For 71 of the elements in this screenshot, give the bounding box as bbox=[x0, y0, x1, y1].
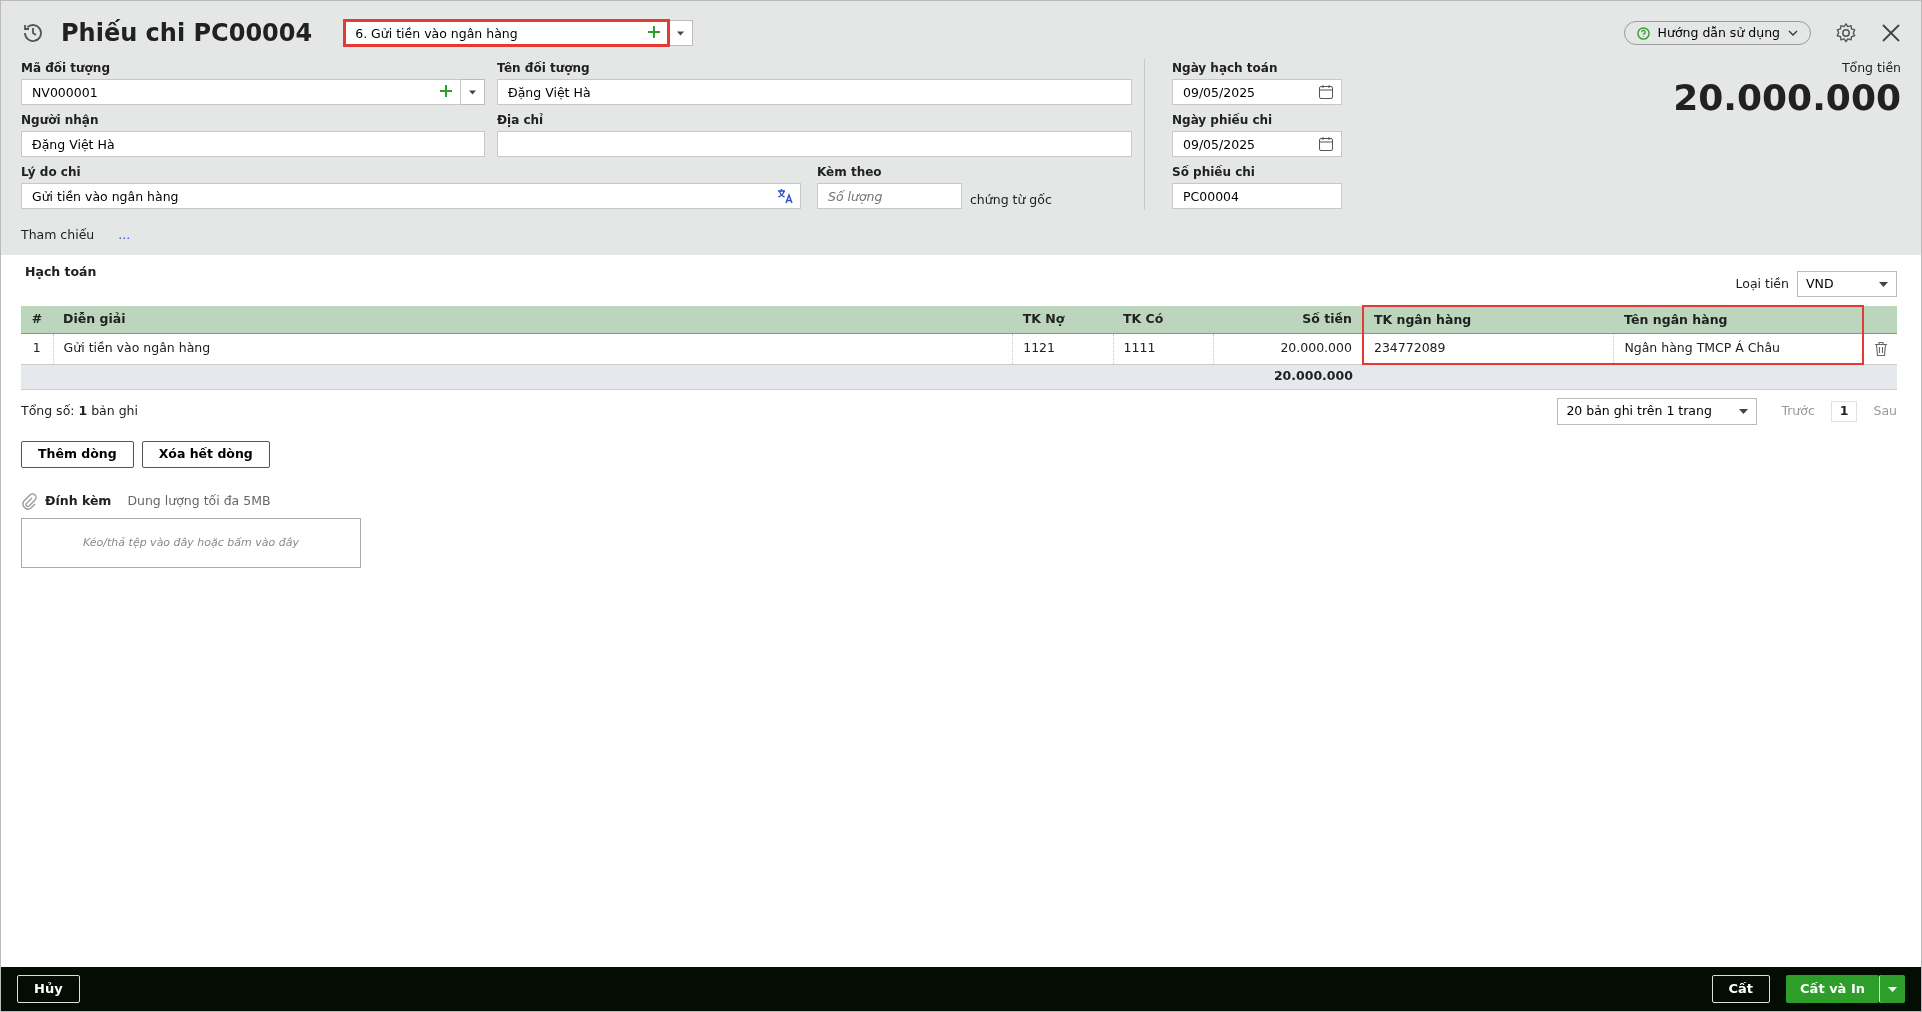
table-cell: 20.000.000 bbox=[1213, 333, 1363, 365]
reference-link[interactable]: ... bbox=[118, 225, 131, 245]
chevron-icon bbox=[1788, 30, 1798, 36]
settings-icon[interactable] bbox=[1835, 22, 1857, 44]
help-icon bbox=[1636, 26, 1650, 40]
dropdown-button[interactable] bbox=[1879, 975, 1905, 1003]
paperclip-icon bbox=[21, 491, 37, 510]
total-amount: 20.000.000 bbox=[1273, 368, 1353, 384]
voucher-type-field[interactable]: 6. Gửi tiền vào ngân hàng bbox=[344, 20, 670, 46]
dropdown-button[interactable] bbox=[461, 79, 485, 105]
field-label: Ngày hạch toán bbox=[1172, 60, 1279, 77]
caret-icon bbox=[1879, 281, 1888, 287]
section-title: Hạch toán bbox=[24, 262, 97, 281]
field-label: Số phiếu chi bbox=[1172, 164, 1256, 181]
trash-icon[interactable] bbox=[1873, 340, 1888, 357]
object-code-field[interactable]: NV000001 bbox=[21, 79, 461, 105]
row-action-button[interactable]: Xóa hết dòng bbox=[141, 440, 270, 468]
column-header: Tên ngân hàng bbox=[1613, 306, 1863, 334]
page-number[interactable]: 1 bbox=[1830, 400, 1858, 422]
caret-icon bbox=[1888, 987, 1897, 993]
object-name-field[interactable]: Đặng Việt Hà bbox=[497, 79, 1132, 105]
currency-select[interactable]: VND bbox=[1797, 271, 1897, 298]
field-label: Mã đối tượng bbox=[21, 60, 111, 77]
translate-icon[interactable] bbox=[777, 188, 793, 204]
reason-field[interactable]: Gửi tiền vào ngân hàng bbox=[21, 183, 801, 209]
column-header: TK Có bbox=[1113, 306, 1214, 334]
caret-icon bbox=[1739, 408, 1749, 414]
posting-date-field[interactable]: 09/05/2025 bbox=[1172, 79, 1342, 105]
plus-icon[interactable] bbox=[647, 25, 662, 39]
total-amount: 20.000.000 bbox=[1673, 77, 1901, 118]
cancel-button[interactable]: Hủy bbox=[17, 975, 80, 1003]
caret-icon bbox=[677, 30, 685, 36]
quantity-field[interactable]: Số lượng bbox=[817, 183, 962, 210]
close-icon[interactable] bbox=[1881, 23, 1901, 43]
table-cell: Gửi tiền vào ngân hàng bbox=[53, 333, 1013, 365]
page-size-select[interactable]: 20 bản ghi trên 1 trang bbox=[1557, 397, 1758, 425]
column-header: Số tiền bbox=[1213, 306, 1363, 334]
currency-label: Loại tiền bbox=[1735, 274, 1789, 293]
column-header: TK ngân hàng bbox=[1362, 306, 1614, 334]
table-cell: 1121 bbox=[1012, 333, 1114, 365]
total-label: Tổng tiền bbox=[1841, 59, 1901, 77]
table-cell: 1 bbox=[21, 333, 54, 365]
record-count: Tổng số: 1 bản ghi bbox=[21, 401, 138, 420]
attachment-note: Dung lượng tối đa 5MB bbox=[127, 491, 271, 510]
table-cell: 1111 bbox=[1113, 333, 1214, 365]
history-icon[interactable] bbox=[21, 21, 45, 45]
plus-icon[interactable] bbox=[439, 84, 453, 98]
field-label: Ngày phiếu chi bbox=[1172, 112, 1274, 129]
dropdown-button[interactable] bbox=[669, 20, 694, 46]
column-header: Diễn giải bbox=[53, 306, 1013, 334]
voucher-date-field[interactable]: 09/05/2025 bbox=[1172, 131, 1342, 157]
field-label: Lý do chi bbox=[21, 164, 82, 181]
column-header: # bbox=[21, 306, 54, 334]
page-title: Phiếu chi PC00004 bbox=[61, 18, 313, 49]
field-label: Tên đối tượng bbox=[497, 60, 591, 77]
row-action-button[interactable]: Thêm dòng bbox=[21, 440, 134, 468]
attached-suffix: chứng từ gốc bbox=[970, 191, 1052, 209]
column-header: TK Nợ bbox=[1012, 306, 1114, 334]
voucher-number-field[interactable]: PC00004 bbox=[1172, 183, 1342, 209]
field-label: Kèm theo bbox=[817, 164, 883, 181]
attachment-title: Đính kèm bbox=[45, 491, 112, 510]
address-field[interactable] bbox=[497, 131, 1132, 157]
caret-icon bbox=[469, 89, 476, 95]
calendar-icon[interactable] bbox=[1318, 136, 1334, 152]
file-dropzone[interactable]: Kéo/thả tệp vào đây hoặc bấm vào đây bbox=[21, 518, 361, 569]
reference-label: Tham chiếu bbox=[21, 225, 95, 244]
calendar-icon[interactable] bbox=[1318, 84, 1334, 100]
save-button[interactable]: Cất bbox=[1711, 975, 1771, 1003]
field-label: Địa chỉ bbox=[497, 112, 545, 129]
field-label: Người nhận bbox=[21, 112, 100, 129]
receiver-field[interactable]: Đặng Việt Hà bbox=[21, 131, 485, 157]
